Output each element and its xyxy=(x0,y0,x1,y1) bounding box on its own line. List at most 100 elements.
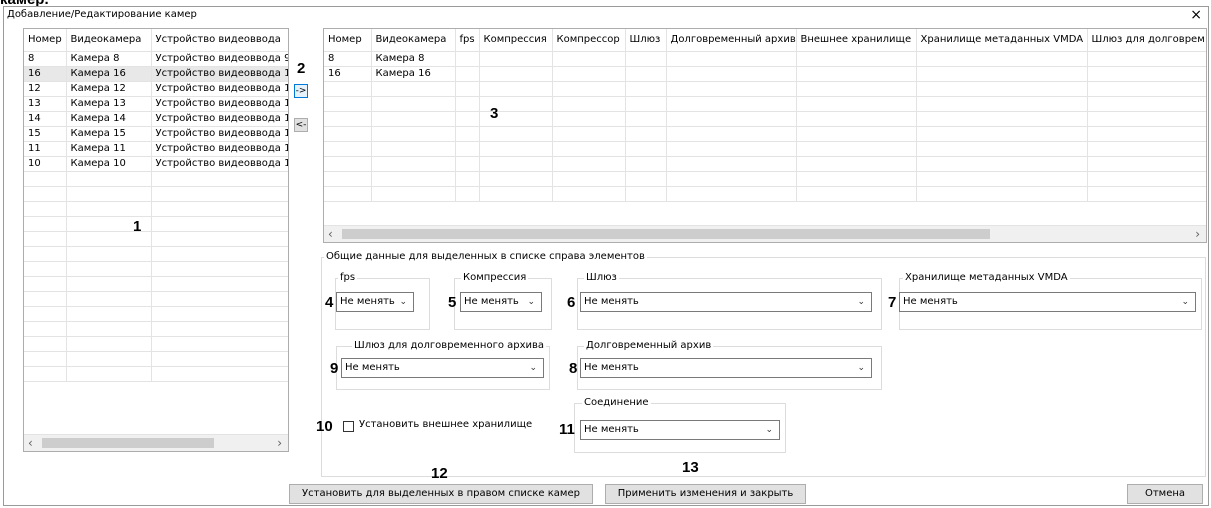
external-storage-label: Установить внешнее хранилище xyxy=(359,419,533,430)
table-cell xyxy=(1087,81,1206,97)
table-cell xyxy=(24,351,67,367)
table-row[interactable]: 14 Камера 14 Устройство видеоввода 1 xyxy=(24,111,288,127)
table-cell xyxy=(666,126,797,142)
table-cell: Устройство видеоввода 1 xyxy=(151,141,288,157)
column-header[interactable]: Хранилище метаданных VMDA xyxy=(916,29,1088,52)
compression-select[interactable]: Не менять ⌄ xyxy=(460,292,542,312)
callout-number: 9 xyxy=(330,360,339,377)
column-header[interactable]: Видеокамера xyxy=(371,29,456,52)
table-row[interactable]: 16 Камера 16 Устройство видеоввода 1 xyxy=(24,66,288,82)
external-storage-checkbox[interactable] xyxy=(343,421,354,432)
apply-selected-button[interactable]: Установить для выделенных в правом списк… xyxy=(289,484,593,504)
scroll-thumb[interactable] xyxy=(42,438,214,448)
table-row[interactable]: 12 Камера 12 Устройство видеоввода 1 xyxy=(24,81,288,97)
column-header[interactable]: Долговременный архив xyxy=(666,29,797,52)
arrow-left-icon[interactable]: ‹ xyxy=(328,227,333,241)
column-header[interactable]: Видеокамера xyxy=(66,29,152,52)
table-cell xyxy=(552,171,626,187)
table-cell xyxy=(371,126,456,142)
table-cell xyxy=(66,351,152,367)
available-cameras-table[interactable]: Номер Видеокамера Устройство видеоввода … xyxy=(23,28,289,452)
arrow-right-icon[interactable]: › xyxy=(1195,227,1200,241)
table-cell xyxy=(151,171,288,187)
table-row[interactable]: 8 Камера 8 xyxy=(324,51,1206,67)
gateway-select[interactable]: Не менять ⌄ xyxy=(580,292,872,312)
table-cell xyxy=(151,306,288,322)
table-row[interactable]: 11 Камера 11 Устройство видеоввода 1 xyxy=(24,141,288,157)
table-cell xyxy=(479,141,553,157)
archive-select[interactable]: Не менять ⌄ xyxy=(580,358,872,378)
column-header[interactable]: fps xyxy=(455,29,480,52)
callout-number: 11 xyxy=(559,421,575,438)
add-to-right-button[interactable]: -> xyxy=(294,84,308,98)
table-cell xyxy=(66,171,152,187)
arrow-right-icon[interactable]: › xyxy=(277,436,282,450)
table-cell xyxy=(479,51,553,67)
column-header[interactable]: Номер xyxy=(324,29,372,52)
table-cell: Камера 8 xyxy=(371,51,456,67)
table-cell xyxy=(66,261,152,277)
table-cell xyxy=(24,216,67,232)
column-header[interactable]: Компрессия xyxy=(479,29,553,52)
table-cell xyxy=(552,66,626,82)
empty-row xyxy=(324,111,1206,127)
table-row[interactable]: 8 Камера 8 Устройство видеоввода 9 xyxy=(24,51,288,67)
remove-from-right-button[interactable]: <- xyxy=(294,118,308,132)
table-cell xyxy=(479,186,553,202)
column-header[interactable]: Устройство видеоввода xyxy=(151,29,288,52)
table-cell: Камера 16 xyxy=(66,66,152,82)
table-cell xyxy=(479,81,553,97)
callout-number: 5 xyxy=(448,294,457,311)
column-header[interactable]: Шлюз xyxy=(625,29,667,52)
table-row[interactable]: 16 Камера 16 xyxy=(324,66,1206,82)
table-cell xyxy=(916,111,1088,127)
vmda-select[interactable]: Не менять ⌄ xyxy=(899,292,1196,312)
column-header[interactable]: Внешнее хранилище xyxy=(796,29,917,52)
common-data-title: Общие данные для выделенных в списке спр… xyxy=(324,251,647,263)
table-cell xyxy=(324,126,372,142)
table-cell xyxy=(324,186,372,202)
table-row[interactable]: 15 Камера 15 Устройство видеоввода 1 xyxy=(24,126,288,142)
apply-and-close-button[interactable]: Применить изменения и закрыть xyxy=(605,484,806,504)
fps-select[interactable]: Не менять ⌄ xyxy=(336,292,414,312)
table-cell xyxy=(151,261,288,277)
column-header[interactable]: Компрессор xyxy=(552,29,626,52)
table-cell xyxy=(24,246,67,262)
chevron-down-icon: ⌄ xyxy=(527,297,535,307)
left-table-scrollbar[interactable]: ‹ › xyxy=(24,434,288,451)
selected-cameras-table[interactable]: Номер Видеокамера fps Компрессия Компрес… xyxy=(323,28,1207,243)
table-cell xyxy=(66,201,152,217)
table-cell xyxy=(24,291,67,307)
table-row[interactable]: 13 Камера 13 Устройство видеоввода 1 xyxy=(24,96,288,112)
column-header[interactable]: Шлюз для долговрем xyxy=(1087,29,1206,52)
right-table-scrollbar[interactable]: ‹ › xyxy=(324,225,1206,242)
table-cell: Камера 8 xyxy=(66,51,152,67)
table-cell xyxy=(916,81,1088,97)
archive-gateway-select[interactable]: Не менять ⌄ xyxy=(341,358,544,378)
close-icon[interactable]: × xyxy=(1190,7,1202,23)
table-header-row: Номер Видеокамера fps Компрессия Компрес… xyxy=(324,29,1206,52)
table-cell xyxy=(324,141,372,157)
empty-row xyxy=(24,276,288,292)
empty-row xyxy=(24,201,288,217)
table-cell: Устройство видеоввода 9 xyxy=(151,51,288,67)
callout-number: 1 xyxy=(133,218,142,235)
table-cell xyxy=(796,66,917,82)
arrow-left-icon[interactable]: ‹ xyxy=(28,436,33,450)
scroll-thumb[interactable] xyxy=(342,229,990,239)
table-cell xyxy=(151,201,288,217)
table-cell xyxy=(666,66,797,82)
table-row[interactable]: 10 Камера 10 Устройство видеоввода 1 xyxy=(24,156,288,172)
table-cell xyxy=(916,51,1088,67)
column-header[interactable]: Номер xyxy=(24,29,67,52)
table-cell xyxy=(1087,186,1206,202)
table-cell xyxy=(371,81,456,97)
connection-select[interactable]: Не менять ⌄ xyxy=(580,420,780,440)
table-cell xyxy=(625,141,667,157)
table-cell xyxy=(552,81,626,97)
cancel-button[interactable]: Отмена xyxy=(1127,484,1203,504)
table-cell xyxy=(666,141,797,157)
table-cell xyxy=(151,216,288,232)
table-cell: Камера 12 xyxy=(66,81,152,97)
table-cell xyxy=(916,186,1088,202)
